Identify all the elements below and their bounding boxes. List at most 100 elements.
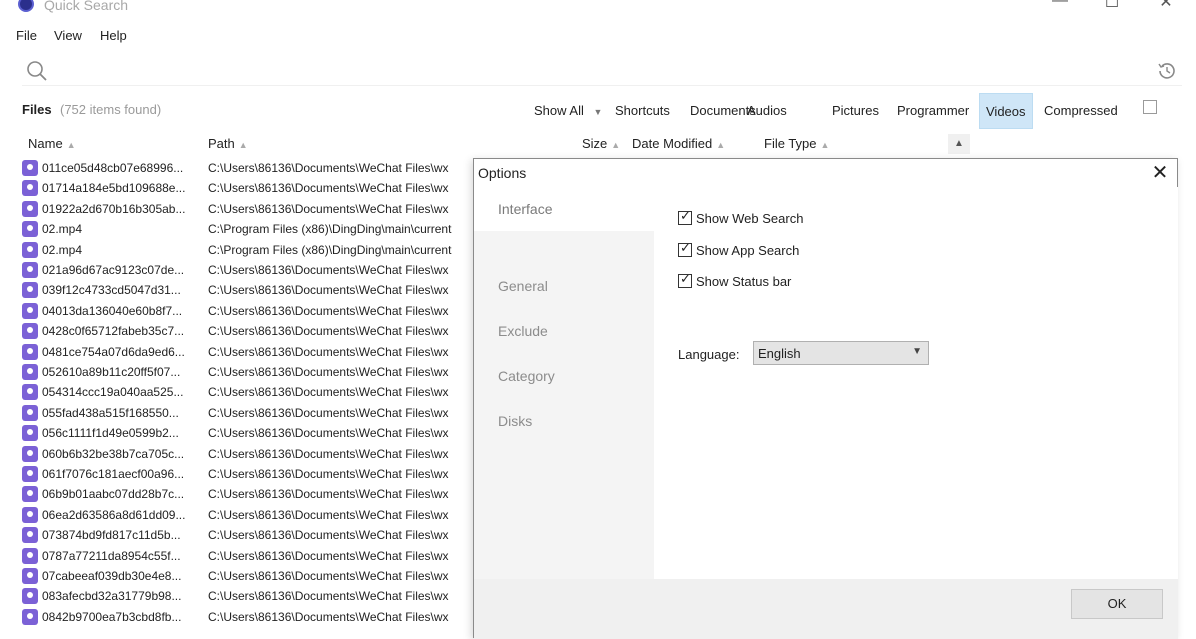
language-value: English: [758, 346, 801, 361]
checkbox-checked-icon[interactable]: [678, 241, 692, 257]
file-name: 061f7076c181aecf00a96...: [42, 467, 185, 481]
menu-file[interactable]: File: [16, 28, 37, 43]
table-row[interactable]: 054314ccc19a040aa525... C:\Users\86136\Do…: [22, 382, 474, 402]
video-file-icon: [22, 364, 38, 380]
table-row[interactable]: 0481ce754a07d6da9ed6... C:\Users\86136\Do…: [22, 342, 474, 362]
file-name: 0842b9700ea7b3cbd8fb...: [42, 609, 182, 624]
table-row[interactable]: 039f12c4733cd5047d31... C:\Users\86136\Do…: [22, 280, 474, 300]
category-settings-checkbox[interactable]: [1143, 100, 1157, 114]
table-row[interactable]: 061f7076c181aecf00a96... C:\Users\86136\D…: [22, 464, 474, 484]
chevron-down-icon: ▼: [912, 346, 922, 357]
sort-icon: ▲: [238, 140, 248, 150]
search-icon: [27, 61, 47, 81]
table-row[interactable]: 073874bd9fd817c11d5b... C:\Users\86136\Do…: [22, 525, 474, 545]
table-row[interactable]: 0428c0f65712fabeb35c7... C:\Users\86136\D…: [22, 321, 474, 341]
category-shortcuts[interactable]: Shortcuts: [609, 93, 676, 129]
close-icon[interactable]: ✕: [1146, 161, 1174, 185]
menu-help[interactable]: Help: [100, 28, 127, 43]
table-row[interactable]: 02.mp4 C:\Program Files (x86)\DingDing\ma…: [22, 240, 474, 260]
chevron-down-icon: ▼: [593, 107, 603, 117]
file-name: 052610a89b11c20ff5f07...: [42, 365, 181, 379]
table-row[interactable]: 056c1111f1d49e0599b2... C:\Users\86136\Do…: [22, 423, 474, 443]
table-row[interactable]: 060b6b32be38b7ca705c... C:\Users\86136\Do…: [22, 444, 474, 464]
file-path: C:\Users\86136\Documents\WeChat Files\wx: [208, 283, 449, 298]
file-path: C:\Users\86136\Documents\WeChat Files\wx: [208, 201, 449, 216]
history-icon[interactable]: [1156, 60, 1178, 82]
file-name: 01714a184e5bd109688e...: [42, 181, 186, 196]
language-select[interactable]: English ▼: [753, 341, 929, 365]
scroll-up-button[interactable]: ▲: [948, 134, 970, 154]
sort-icon: ▲: [820, 140, 830, 150]
menu-view[interactable]: View: [54, 28, 82, 43]
video-file-icon: [22, 588, 38, 605]
category-programmer[interactable]: Programmer: [891, 93, 975, 129]
table-row[interactable]: 07cabeeaf039db30e4e8... C:\Users\86136\Do…: [22, 566, 474, 586]
file-name: 011ce05d48cb07e68996...: [42, 161, 184, 175]
column-path[interactable]: Path ▲: [208, 136, 248, 151]
maximize-button[interactable]: ☐: [1092, 0, 1132, 16]
column-size-label: Size: [582, 136, 608, 151]
table-row[interactable]: 0842b9700ea7b3cbd8fb... C:\Users\86136\Do…: [22, 607, 474, 627]
file-path: C:\Users\86136\Documents\WeChat Files\wx: [208, 446, 449, 461]
file-path: C:\Users\86136\Documents\WeChat Files\wx: [208, 344, 449, 359]
file-name: 039f12c4733cd5047d31...: [42, 283, 181, 298]
table-row[interactable]: 01922a2d670b16b305ab... C:\Users\86136\Do…: [22, 199, 474, 219]
title-bar: [0, 0, 1196, 22]
video-file-icon: [22, 608, 38, 625]
video-file-icon: [22, 486, 38, 503]
table-row[interactable]: 021a96d67ac9123c07de... C:\Users\86136\Do…: [22, 260, 474, 280]
table-row[interactable]: 011ce05d48cb07e68996... C:\Users\86136\Do…: [22, 158, 474, 178]
search-input[interactable]: [22, 56, 1182, 86]
table-row[interactable]: 04013da136040e60b8f7... C:\Users\86136\Do…: [22, 301, 474, 321]
table-row[interactable]: 052610a89b11c20ff5f07... C:\Users\86136\D…: [22, 362, 474, 382]
file-path: C:\Users\86136\Documents\WeChat Files\wx: [208, 426, 449, 441]
nav-disks[interactable]: Disks: [474, 399, 654, 443]
video-file-icon: [22, 445, 38, 462]
file-name: 01922a2d670b16b305ab...: [42, 201, 186, 216]
file-path: C:\Users\86136\Documents\WeChat Files\wx: [208, 487, 449, 502]
nav-exclude[interactable]: Exclude: [474, 309, 654, 353]
nav-category[interactable]: Category: [474, 354, 654, 398]
options-dialog: Options ✕ Interface General Exclude Cate…: [473, 158, 1178, 639]
table-row[interactable]: 0787a77211da8954c55f... C:\Users\86136\Do…: [22, 546, 474, 566]
table-row[interactable]: 01714a184e5bd109688e... C:\Users\86136\Do…: [22, 178, 474, 198]
checkbox-checked-icon[interactable]: [678, 209, 692, 225]
column-date-modified[interactable]: Date Modified ▲: [632, 136, 725, 151]
file-name: 073874bd9fd817c11d5b...: [42, 528, 181, 543]
category-audios[interactable]: Audios: [741, 93, 793, 129]
category-compressed[interactable]: Compressed: [1038, 93, 1124, 129]
nav-interface[interactable]: Interface: [474, 187, 654, 231]
category-pictures[interactable]: Pictures: [826, 93, 885, 129]
file-path: C:\Program Files (x86)\DingDing\main\cur…: [208, 222, 452, 237]
show-all-label: Show All: [534, 103, 584, 118]
file-path: C:\Users\86136\Documents\WeChat Files\wx: [208, 548, 449, 563]
video-file-icon: [22, 323, 38, 340]
minimize-button[interactable]: —: [1040, 0, 1080, 16]
column-file-type[interactable]: File Type ▲: [764, 136, 829, 151]
file-path: C:\Users\86136\Documents\WeChat Files\wx: [208, 324, 449, 339]
column-name[interactable]: Name ▲: [28, 136, 76, 151]
ok-button[interactable]: OK: [1071, 589, 1163, 619]
table-row[interactable]: 055fad438a515f168550... C:\Users\86136\Do…: [22, 403, 474, 423]
column-name-label: Name: [28, 136, 63, 151]
table-row[interactable]: 083afecbd32a31779b98... C:\Users\86136\Do…: [22, 586, 474, 606]
table-row[interactable]: 02.mp4 C:\Program Files (x86)\DingDing\ma…: [22, 219, 474, 239]
checkbox-checked-icon[interactable]: [678, 272, 692, 288]
column-date-label: Date Modified: [632, 136, 713, 151]
table-row[interactable]: 06ea2d63586a8d61dd09... C:\Users\86136\Do…: [22, 505, 474, 525]
checkbox-label: Show Status bar: [696, 274, 792, 289]
category-videos[interactable]: Videos: [979, 93, 1033, 129]
video-file-icon: [22, 568, 38, 584]
close-window-button[interactable]: ✕: [1146, 0, 1186, 16]
category-show-all[interactable]: Show All ▼: [528, 93, 608, 129]
column-size[interactable]: Size ▲: [582, 136, 620, 151]
video-file-icon: [22, 425, 38, 442]
nav-general[interactable]: General: [474, 264, 654, 308]
file-path: C:\Users\86136\Documents\WeChat Files\wx: [208, 507, 449, 522]
video-file-icon: [22, 384, 38, 401]
checkbox-label: Show Web Search: [696, 211, 804, 226]
file-path: C:\Users\86136\Documents\WeChat Files\wx: [208, 609, 449, 624]
dialog-title: Options: [478, 165, 527, 181]
video-file-icon: [22, 180, 38, 197]
table-row[interactable]: 06b9b01aabc07dd28b7c... C:\Users\86136\Do…: [22, 484, 474, 504]
